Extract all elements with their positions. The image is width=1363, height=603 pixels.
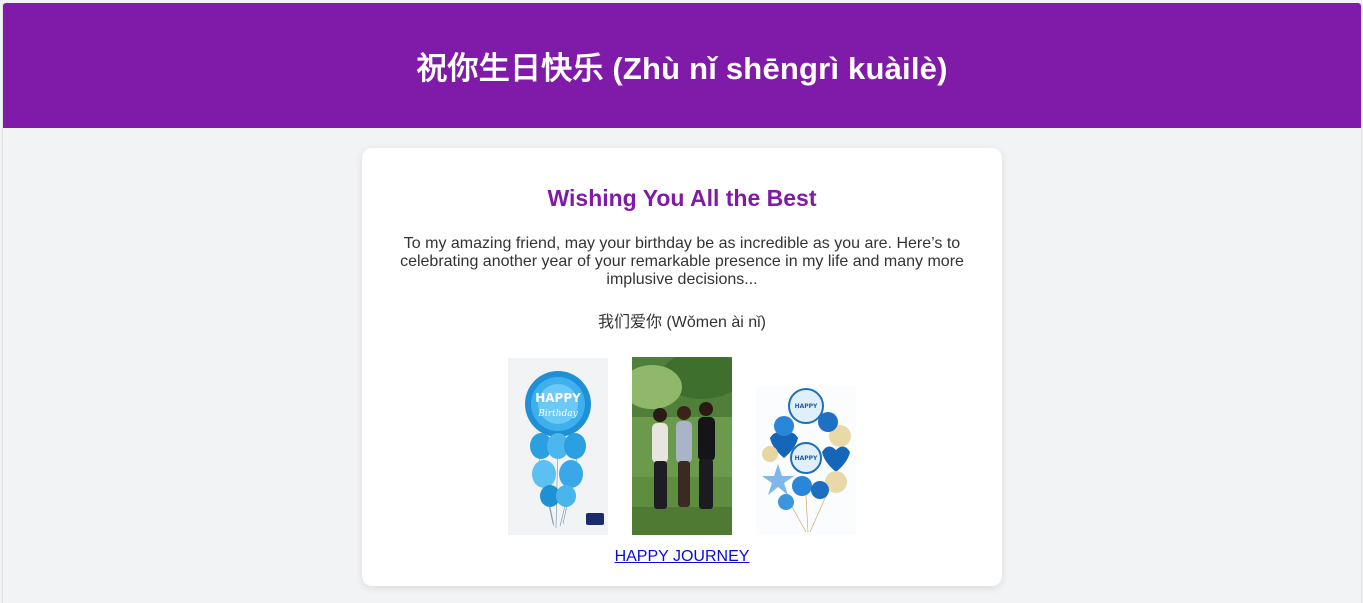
happy-journey-link[interactable]: HAPPY JOURNEY [615,548,750,565]
svg-text:HAPPY: HAPPY [535,391,581,405]
page-frame: 祝你生日快乐 (Zhù nǐ shēngrì kuàilè) Wishing Y… [2,3,1362,603]
svg-text:HAPPY: HAPPY [795,455,818,462]
balloon-bouquet-image: HAPPY Birthday [508,358,608,535]
page-title: 祝你生日快乐 (Zhù nǐ shēngrì kuàilè) [416,51,948,86]
happy-journey-link-wrap: HAPPY JOURNEY [362,548,1002,566]
balloon-cluster-image: HAPPY HAPPY [756,386,856,535]
card-heading: Wishing You All the Best [547,185,817,211]
friends-photo [632,357,732,535]
greeting-card: Wishing You All the Best To my amazing f… [362,148,1002,586]
svg-text:Birthday: Birthday [537,409,578,419]
love-line: 我们爱你 (Wǒmen ài nǐ) [597,314,767,331]
svg-text:HAPPY: HAPPY [795,403,818,410]
photo-gallery: HAPPY Birthday HAPPY HAPPY [362,356,1002,536]
birthday-message: To my amazing friend, may your birthday … [400,235,964,288]
page-header: 祝你生日快乐 (Zhù nǐ shēngrì kuàilè) [3,3,1361,128]
